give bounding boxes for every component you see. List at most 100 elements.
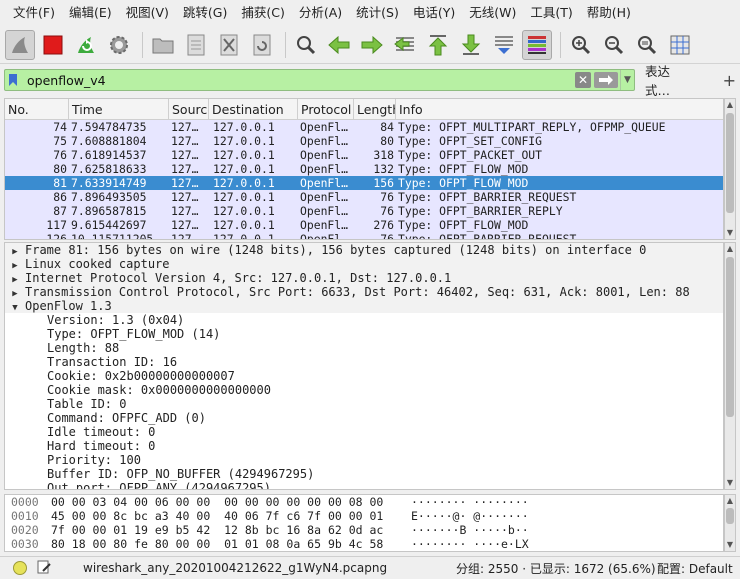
details-tree-item[interactable]: ▶ Frame 81: 156 bytes on wire (1248 bits)… [5, 243, 723, 257]
packet-row[interactable]: 126 10.115711205 127… 127.0.0.1 OpenFl… 76 Typ… [5, 232, 723, 239]
details-field-item[interactable]: Transaction ID: 16 [5, 355, 723, 369]
menu-item[interactable]: 文件(F) [6, 0, 62, 26]
scroll-down-icon[interactable]: ▼ [725, 477, 735, 489]
details-tree-item[interactable]: ▶ Transmission Control Protocol, Src Port… [5, 285, 723, 299]
details-field-item[interactable]: Cookie: 0x2b00000000000007 [5, 369, 723, 383]
menu-item[interactable]: 编辑(E) [62, 0, 119, 26]
details-field-item[interactable]: Type: OFPT_FLOW_MOD (14) [5, 327, 723, 341]
packet-cell-info: Type: OFPT_BARRIER_REQUEST [398, 190, 577, 204]
open-file-icon[interactable] [148, 30, 178, 60]
details-tree-item[interactable]: ▼ OpenFlow 1.3 [5, 299, 723, 313]
packet-row[interactable]: 75 7.608881804 127… 127.0.0.1 OpenFl… 80 Type:… [5, 134, 723, 148]
zoom-in-icon[interactable] [566, 30, 596, 60]
packet-row[interactable]: 87 7.896587815 127… 127.0.0.1 OpenFl… 76 Type:… [5, 204, 723, 218]
column-header-time[interactable]: Time [69, 99, 169, 120]
details-field-item[interactable]: Out port: OFPP_ANY (4294967295) [5, 481, 723, 489]
go-back-icon[interactable] [324, 30, 354, 60]
bytes-offset: 0030 [11, 537, 39, 551]
packet-cell-proto: OpenFl… [300, 218, 349, 232]
scroll-up-icon[interactable]: ▲ [725, 99, 735, 111]
details-field-item[interactable]: Buffer ID: OFP_NO_BUFFER (4294967295) [5, 467, 723, 481]
menu-item[interactable]: 跳转(G) [176, 0, 234, 26]
details-field-item[interactable]: Hard timeout: 0 [5, 439, 723, 453]
bytes-row[interactable]: 0010 45 00 00 8c bc a3 40 00 40 06 7f c6 … [5, 509, 723, 523]
expand-down-arrow-icon[interactable]: ▼ [5, 301, 25, 315]
add-filter-button[interactable]: + [723, 71, 736, 90]
expert-info-led-icon[interactable] [13, 561, 27, 575]
shark-fin-start-icon[interactable] [5, 29, 35, 60]
bytes-row[interactable]: 0020 7f 00 00 01 19 e9 b5 42 12 8b bc 16 … [5, 523, 723, 537]
packet-row[interactable]: 117 9.615442697 127… 127.0.0.1 OpenFl… 276 Typ… [5, 218, 723, 232]
column-header-protocol[interactable]: Protocol [298, 99, 354, 120]
go-to-packet-icon[interactable] [390, 30, 420, 60]
packet-cell-time: 7.633914749 [71, 176, 147, 190]
reload-file-icon[interactable] [247, 30, 277, 60]
zoom-out-icon[interactable] [599, 30, 629, 60]
column-header-length[interactable]: Length [354, 99, 396, 120]
scroll-thumb[interactable] [726, 113, 734, 213]
scroll-up-icon[interactable]: ▲ [725, 495, 735, 507]
go-forward-icon[interactable] [357, 30, 387, 60]
scroll-thumb[interactable] [726, 508, 734, 524]
column-header-source[interactable]: Source [169, 99, 209, 120]
capture-options-gear-icon[interactable] [104, 30, 134, 60]
capture-comment-icon[interactable] [37, 560, 51, 577]
go-last-packet-icon[interactable] [456, 30, 486, 60]
bytes-row[interactable]: 0030 80 18 00 80 fe 80 00 00 01 01 08 0a … [5, 537, 723, 551]
details-field-item[interactable]: Table ID: 0 [5, 397, 723, 411]
close-file-icon[interactable] [214, 30, 244, 60]
find-packet-icon[interactable] [291, 30, 321, 60]
packet-row[interactable]: 80 7.625818633 127… 127.0.0.1 OpenFl… 132 Type… [5, 162, 723, 176]
auto-scroll-icon[interactable] [489, 30, 519, 60]
resize-columns-icon[interactable] [665, 30, 695, 60]
packet-row[interactable]: 86 7.896493505 127… 127.0.0.1 OpenFl… 76 Type:… [5, 190, 723, 204]
menu-item[interactable]: 电话(Y) [406, 0, 462, 26]
bytes-row[interactable]: 0000 00 00 03 04 00 06 00 00 00 00 00 00 … [5, 495, 723, 509]
packet-row[interactable]: 74 7.594784735 127… 127.0.0.1 OpenFl… 84 Type:… [5, 120, 723, 134]
expression-button[interactable]: 表达式… [645, 61, 695, 99]
details-field-item[interactable]: Cookie mask: 0x0000000000000000 [5, 383, 723, 397]
column-header-destination[interactable]: Destination [209, 99, 298, 120]
apply-filter-icon[interactable] [593, 72, 618, 88]
packet-row[interactable]: 76 7.618914537 127… 127.0.0.1 OpenFl… 318 Type… [5, 148, 723, 162]
zoom-normal-icon[interactable] [632, 30, 662, 60]
scroll-down-icon[interactable]: ▼ [725, 539, 735, 551]
restart-capture-icon[interactable] [71, 30, 101, 60]
stop-capture-icon[interactable] [38, 30, 68, 60]
details-field-item[interactable]: Version: 1.3 (0x04) [5, 313, 723, 327]
details-tree-item[interactable]: ▶ Linux cooked capture [5, 257, 723, 271]
scroll-down-icon[interactable]: ▼ [725, 227, 735, 239]
details-field-item[interactable]: Priority: 100 [5, 453, 723, 467]
menu-item[interactable]: 帮助(H) [580, 0, 638, 26]
details-field-item[interactable]: Idle timeout: 0 [5, 425, 723, 439]
menu-item[interactable]: 捕获(C) [234, 0, 291, 26]
details-scrollbar[interactable]: ▲ ▼ [724, 242, 736, 490]
packet-cell-proto: OpenFl… [300, 162, 349, 176]
details-field-item[interactable]: Length: 88 [5, 341, 723, 355]
scroll-thumb[interactable] [726, 257, 734, 417]
column-header-no[interactable]: No. [5, 99, 69, 120]
packet-cell-src: 127… [171, 204, 199, 218]
display-filter-input[interactable]: openflow_v4 ✕ ▼ [4, 69, 635, 91]
menu-item[interactable]: 分析(A) [292, 0, 349, 26]
go-first-packet-icon[interactable] [423, 30, 453, 60]
menu-item[interactable]: 无线(W) [462, 0, 523, 26]
colorize-icon[interactable] [522, 29, 552, 60]
bookmark-icon[interactable] [5, 70, 21, 90]
status-profile[interactable]: 配置: Default [657, 560, 733, 577]
packet-list-scrollbar[interactable]: ▲ ▼ [724, 98, 736, 240]
save-file-icon[interactable] [181, 30, 211, 60]
packet-row-selected[interactable]: 81 7.633914749 127… 127.0.0.1 OpenFl… 156 Type… [5, 176, 723, 190]
filter-value[interactable]: openflow_v4 [21, 73, 575, 88]
packet-cell-proto: OpenFl… [300, 176, 349, 190]
details-tree-item[interactable]: ▶ Internet Protocol Version 4, Src: 127.0… [5, 271, 723, 285]
details-field-item[interactable]: Command: OFPFC_ADD (0) [5, 411, 723, 425]
column-header-info[interactable]: Info [396, 99, 723, 120]
filter-history-chevron-down-icon[interactable]: ▼ [619, 70, 634, 90]
menu-item[interactable]: 视图(V) [119, 0, 176, 26]
menu-item[interactable]: 工具(T) [523, 0, 579, 26]
clear-filter-icon[interactable]: ✕ [574, 72, 591, 88]
scroll-up-icon[interactable]: ▲ [725, 243, 735, 255]
bytes-scrollbar[interactable]: ▲ ▼ [724, 494, 736, 552]
menu-item[interactable]: 统计(S) [349, 0, 406, 26]
